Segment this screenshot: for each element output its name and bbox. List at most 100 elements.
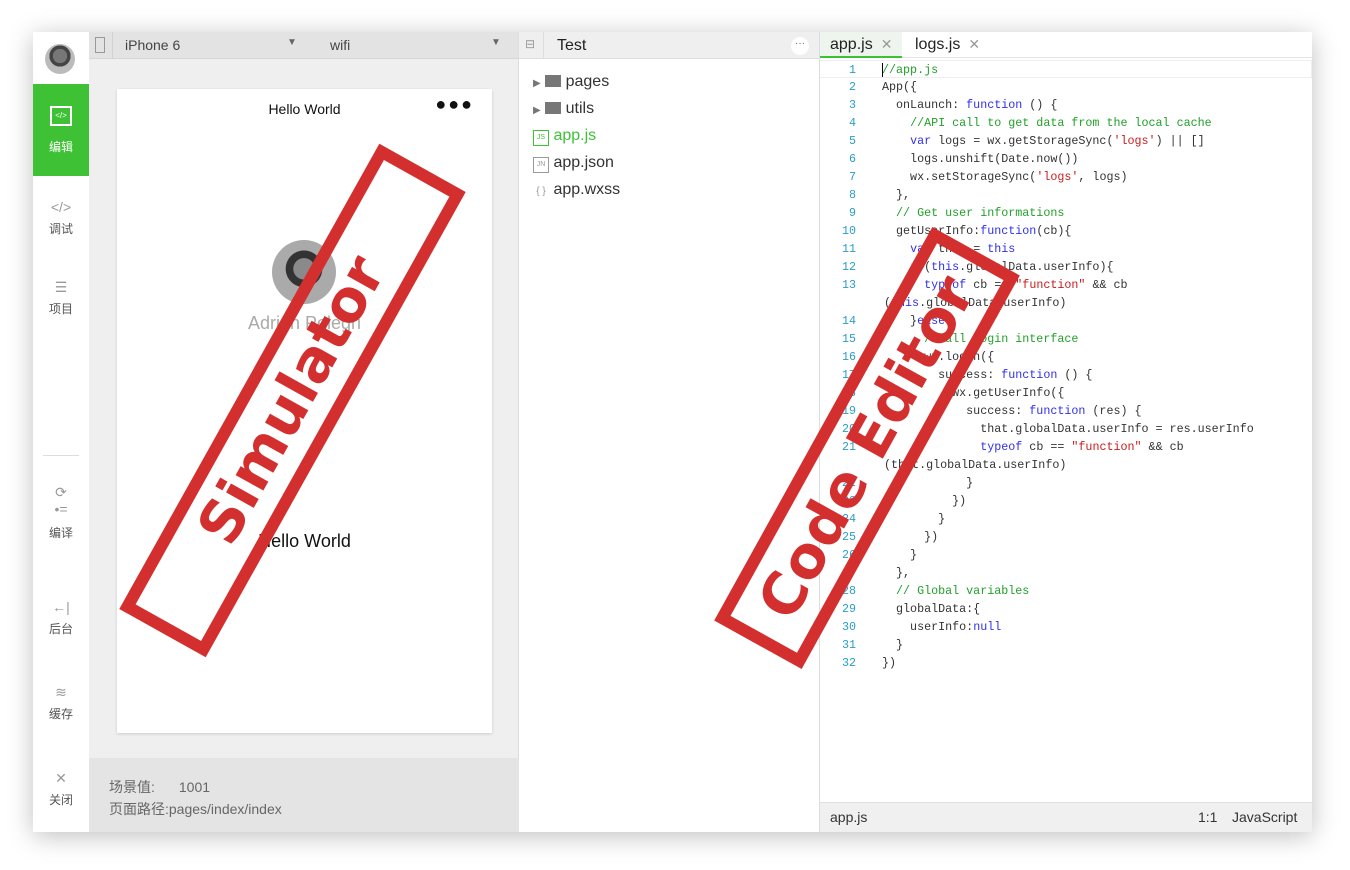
code-token: && cb xyxy=(1085,278,1128,292)
layers-icon: ≋ xyxy=(55,684,67,700)
close-tab-icon[interactable]: ✕ xyxy=(968,36,980,52)
sidebar-item-debug[interactable]: </> 调试 xyxy=(33,198,89,237)
line-number: 4 xyxy=(848,116,856,130)
line-number: 2 xyxy=(848,80,856,94)
sidebar-item-label: 关闭 xyxy=(48,793,73,807)
tab-logs-js[interactable]: logs.js ✕ xyxy=(905,32,990,58)
code-token: wx.setStorageSync( xyxy=(882,170,1037,184)
more-icon[interactable]: ●●● xyxy=(435,94,474,115)
code-token: } xyxy=(882,512,946,526)
text-cursor xyxy=(882,63,883,77)
file-tree-header: ⊟ Test ··· xyxy=(519,32,819,59)
code-text: App({ xyxy=(882,78,917,96)
sidebar-item-label: 编辑 xyxy=(48,140,73,154)
simulator-toolbar: iPhone 6 ▼ wifi ▼ xyxy=(89,32,518,59)
code-editor-panel: app.js ✕ logs.js ✕ 1 //app.js 2 App({3 onLaun… xyxy=(820,32,1312,832)
line-number: 9 xyxy=(848,206,856,220)
sidebar-item-compile[interactable]: ⟳ •= 编译 xyxy=(33,484,89,541)
code-token: that.globalData.userInfo = res.userInfo xyxy=(882,422,1254,436)
code-line: 25 }) xyxy=(820,528,1312,546)
code-text: } xyxy=(882,546,917,564)
code-text: }) xyxy=(882,654,896,672)
code-text: wx.login({ xyxy=(882,348,994,366)
more-options-icon[interactable]: ··· xyxy=(791,37,809,55)
code-token: wx.getUserInfo({ xyxy=(882,386,1065,400)
status-file: app.js xyxy=(830,809,868,825)
code-text: logs.unshift(Date.now()) xyxy=(882,150,1078,168)
sidebar-item-project[interactable]: ☰ 项目 xyxy=(33,278,89,317)
code-text: typeof cb == "function" && cb xyxy=(882,276,1128,294)
code-text: var that = this xyxy=(882,240,1015,258)
line-number: 3 xyxy=(848,98,856,112)
line-number: 30 xyxy=(841,620,856,634)
tree-item-app-json[interactable]: JN app.json xyxy=(533,153,614,173)
network-select[interactable]: wifi xyxy=(330,37,350,53)
code-token: }) xyxy=(882,530,939,544)
code-token: cb == xyxy=(966,278,1016,292)
tree-icon[interactable]: ⊟ xyxy=(525,37,535,51)
tree-item-label: app.js xyxy=(553,127,597,144)
line-number: 21 xyxy=(841,440,856,454)
caret-right-icon: ▶ xyxy=(533,105,541,116)
code-line-wrap: (this.globalData.userInfo) xyxy=(820,294,1312,312)
chevron-down-icon[interactable]: ▼ xyxy=(491,37,501,48)
user-avatar[interactable] xyxy=(45,44,75,74)
line-number: 8 xyxy=(848,188,856,202)
sidebar-divider xyxy=(43,455,79,456)
code-text: success: function (res) { xyxy=(882,402,1141,420)
code-line: 32}) xyxy=(820,654,1312,672)
line-number: 7 xyxy=(848,170,856,184)
code-token: }, xyxy=(882,188,911,202)
sidebar-item-close[interactable]: ✕ 关闭 xyxy=(33,769,89,808)
folder-icon xyxy=(545,75,562,87)
code-line: 9 // Get user informations xyxy=(820,204,1312,222)
code-token: var xyxy=(910,242,932,256)
code-token: if xyxy=(910,260,925,274)
code-text: }, xyxy=(882,186,910,204)
code-token: //Call login interface xyxy=(924,332,1079,346)
sidebar-item-cache[interactable]: ≋ 缓存 xyxy=(33,683,89,722)
tree-item-app-js[interactable]: JS app.js xyxy=(533,126,596,146)
path-value: pages/index/index xyxy=(168,801,282,817)
code-token: }) xyxy=(882,656,897,670)
line-number: 5 xyxy=(848,134,856,148)
tree-item-app-wxss[interactable]: { } app.wxss xyxy=(533,180,620,200)
tree-item-label: app.json xyxy=(553,154,614,171)
tree-item-pages[interactable]: ▶ pages xyxy=(533,72,609,92)
code-token: this xyxy=(987,242,1016,256)
device-select[interactable]: iPhone 6 xyxy=(125,37,180,53)
code-text: //API call to get data from the local ca… xyxy=(882,114,1212,132)
status-language[interactable]: JavaScript xyxy=(1232,803,1297,831)
code-token: App({ xyxy=(882,80,918,94)
code-token: //API call to get data from the local ca… xyxy=(910,116,1212,130)
tab-app-js[interactable]: app.js ✕ xyxy=(820,32,903,58)
code-line: 12 if(this.globalData.userInfo){ xyxy=(820,258,1312,276)
sidebar-item-edit[interactable]: </> 编辑 xyxy=(33,84,89,176)
code-token: ) || [] xyxy=(1155,134,1205,148)
line-number: 10 xyxy=(841,224,856,238)
code-line-wrap: (that.globalData.userInfo) xyxy=(820,456,1312,474)
tree-item-utils[interactable]: ▶ utils xyxy=(533,99,594,119)
close-tab-icon[interactable]: ✕ xyxy=(881,36,893,52)
status-cursor-position: 1:1 xyxy=(1198,809,1218,825)
scene-label: 场景值: xyxy=(109,779,155,795)
code-token: onLaunch: xyxy=(882,98,967,112)
code-text: wx.getUserInfo({ xyxy=(882,384,1064,402)
sidebar-item-label: 缓存 xyxy=(48,707,73,721)
code-area[interactable]: 1 //app.js 2 App({3 onLaunch: function () {… xyxy=(820,60,1312,672)
sidebar-item-background[interactable]: ←| 后台 xyxy=(33,598,89,637)
code-token: function xyxy=(966,98,1023,112)
code-line: 8 }, xyxy=(820,186,1312,204)
code-token: success: xyxy=(882,404,1030,418)
code-line: 5 var logs = wx.getStorageSync('logs') |… xyxy=(820,132,1312,150)
code-text: typeof cb == "function" && cb xyxy=(882,438,1183,456)
status-bar: app.js 1:1 JavaScript xyxy=(820,802,1312,832)
scene-value: 1001 xyxy=(178,779,211,795)
chevron-down-icon[interactable]: ▼ xyxy=(287,37,297,48)
code-token: logs.unshift(Date.now()) xyxy=(882,152,1079,166)
code-token: else xyxy=(917,314,946,328)
